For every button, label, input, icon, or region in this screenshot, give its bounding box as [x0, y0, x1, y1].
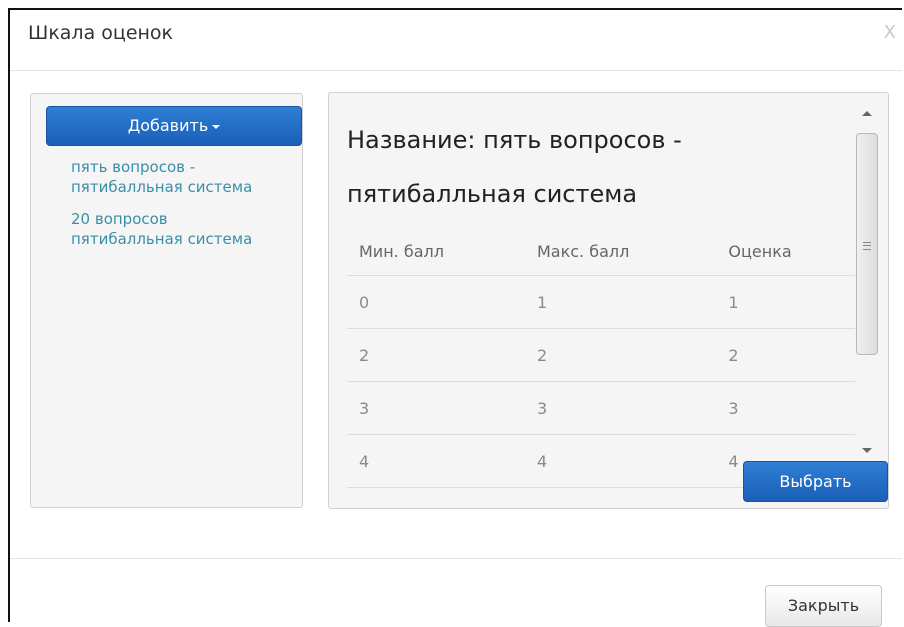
scroll-up-icon[interactable] — [862, 111, 872, 116]
grade-table: Мин. балл Макс. балл Оценка 0 1 1 2 2 2 … — [347, 227, 855, 488]
column-grade: Оценка — [716, 227, 855, 276]
table-cell: 2 — [716, 328, 855, 382]
table-header-row: Мин. балл Макс. балл Оценка — [347, 227, 855, 276]
dialog-title: Шкала оценок — [28, 22, 174, 44]
table-cell: 0 — [347, 275, 525, 329]
table-cell: 1 — [524, 275, 717, 329]
table-cell: 3 — [347, 381, 525, 435]
add-button[interactable]: Добавить — [46, 106, 302, 146]
table-row: 3 3 3 — [347, 381, 855, 435]
grade-scale-dialog: Шкала оценок X Добавить пять вопросов - … — [8, 8, 902, 627]
grip-icon — [863, 242, 871, 250]
table-cell: 1 — [716, 275, 855, 329]
table-cell: 4 — [524, 434, 717, 488]
table-row: 0 1 1 — [347, 275, 855, 329]
scroll-down-icon[interactable] — [862, 448, 872, 453]
table-cell: 2 — [524, 328, 717, 382]
detail-scrollbar[interactable] — [854, 103, 880, 461]
close-button[interactable]: Закрыть — [765, 585, 882, 627]
scale-detail-panel: Название: пять вопросов - пятибалльная с… — [328, 92, 889, 509]
column-max-score: Макс. балл — [524, 227, 717, 276]
scale-list-panel: Добавить пять вопросов - пятибалльная си… — [30, 93, 303, 508]
scale-item-twenty-questions[interactable]: 20 вопросов пятибалльная система — [71, 209, 271, 249]
table-cell: 4 — [347, 434, 525, 488]
caret-down-icon — [212, 124, 221, 129]
table-cell: 3 — [524, 381, 717, 435]
scale-list: пять вопросов - пятибалльная система 20 … — [71, 157, 271, 261]
scale-item-five-questions[interactable]: пять вопросов - пятибалльная система — [71, 157, 271, 197]
add-button-label: Добавить — [127, 116, 209, 135]
select-button[interactable]: Выбрать — [743, 461, 888, 502]
dialog-header: Шкала оценок X — [10, 10, 902, 71]
table-cell: 2 — [347, 328, 525, 382]
column-min-score: Мин. балл — [347, 227, 525, 276]
close-icon[interactable]: X — [884, 22, 896, 43]
table-row: 2 2 2 — [347, 328, 855, 382]
table-cell: 3 — [716, 381, 855, 435]
scroll-thumb[interactable] — [856, 133, 878, 355]
scale-detail-title: Название: пять вопросов - пятибалльная с… — [347, 126, 682, 208]
